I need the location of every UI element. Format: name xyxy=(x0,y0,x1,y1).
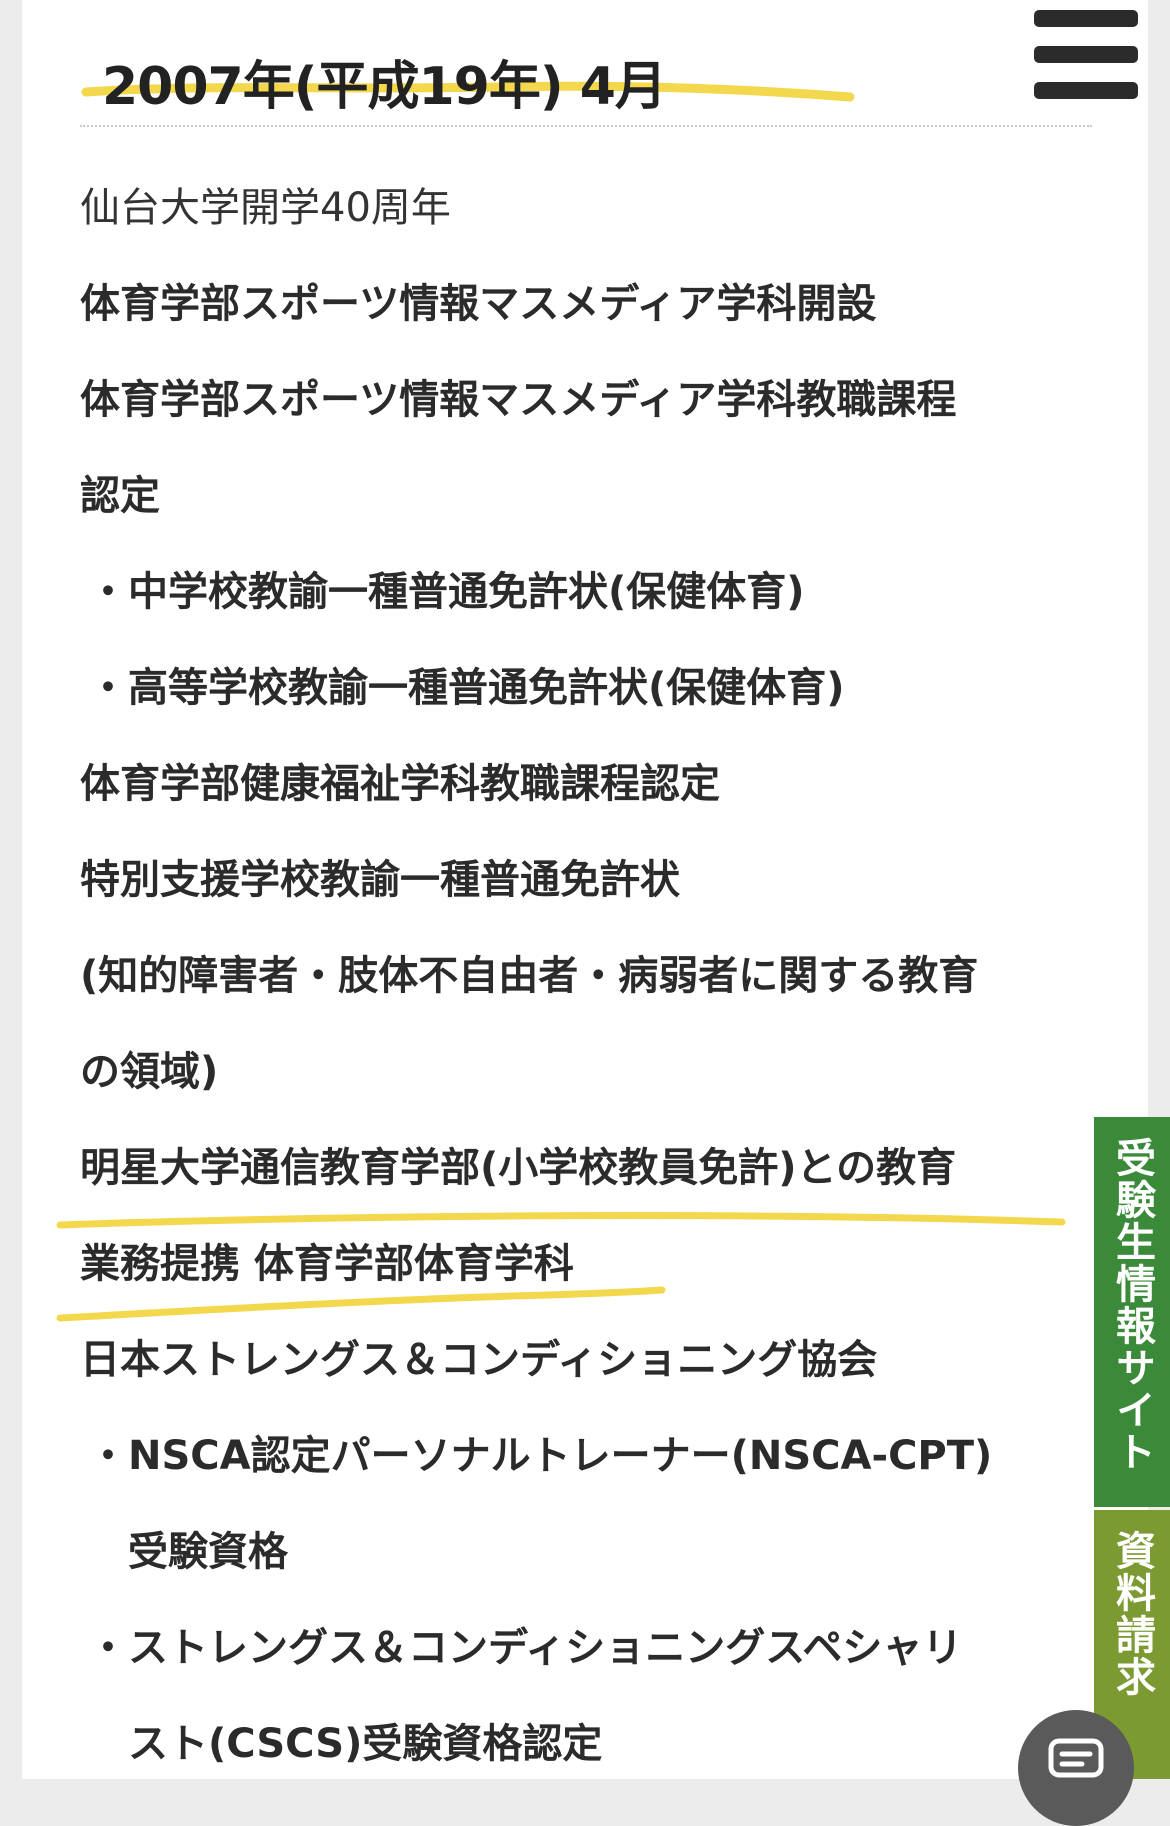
list-item: 特別支援学校教諭一種普通免許状 xyxy=(80,857,680,903)
list-item: ・ストレングス＆コンディショニングスペシャリ xyxy=(88,1625,963,1671)
list-item: 認定 xyxy=(80,473,160,519)
list-item: ・高等学校教諭一種普通免許状(保健体育) xyxy=(88,665,845,711)
list-item-highlighted: 明星大学通信教育学部(小学校教員免許)との教育 xyxy=(80,1145,957,1191)
list-item: 体育学部スポーツ情報マスメディア学科教職課程 xyxy=(80,377,957,423)
list-item: 仙台大学開学40周年 xyxy=(80,185,451,231)
divider xyxy=(80,125,1092,127)
list-item: ・中学校教諭一種普通免許状(保健体育) xyxy=(88,569,805,615)
list-item: 受験資格 xyxy=(128,1529,288,1575)
list-item: ・NSCA認定パーソナルトレーナー(NSCA-CPT) xyxy=(88,1433,993,1479)
list-item: (知的障害者・肢体不自由者・病弱者に関する教育 xyxy=(80,953,979,999)
chat-button[interactable] xyxy=(1018,1710,1134,1826)
hamburger-menu-icon[interactable] xyxy=(1034,10,1138,100)
section-heading: 2007年(平成19年) 4月 xyxy=(80,40,860,117)
exam-info-site-tab[interactable]: 受験生情報サイト xyxy=(1094,1117,1170,1507)
list-item: 日本ストレングス＆コンディショニング協会 xyxy=(80,1337,878,1383)
history-list: 仙台大学開学40周年 体育学部スポーツ情報マスメディア学科開設 体育学部スポーツ… xyxy=(80,160,1120,1792)
page-content: 2007年(平成19年) 4月 仙台大学開学40周年 体育学部スポーツ情報マスメ… xyxy=(22,0,1148,1779)
list-item: 体育学部健康福祉学科教職課程認定 xyxy=(80,761,720,807)
list-item: 体育学部スポーツ情報マスメディア学科開設 xyxy=(80,281,877,327)
tab-label: 受験生情報サイト xyxy=(1109,1137,1155,1473)
tab-label: 資料請求 xyxy=(1109,1530,1155,1698)
list-item: スト(CSCS)受験資格認定 xyxy=(128,1721,603,1767)
list-item-highlighted: 業務提携 体育学部体育学科 xyxy=(80,1241,574,1287)
page-title: 2007年(平成19年) 4月 xyxy=(102,57,667,117)
list-item: の領域) xyxy=(80,1049,219,1095)
